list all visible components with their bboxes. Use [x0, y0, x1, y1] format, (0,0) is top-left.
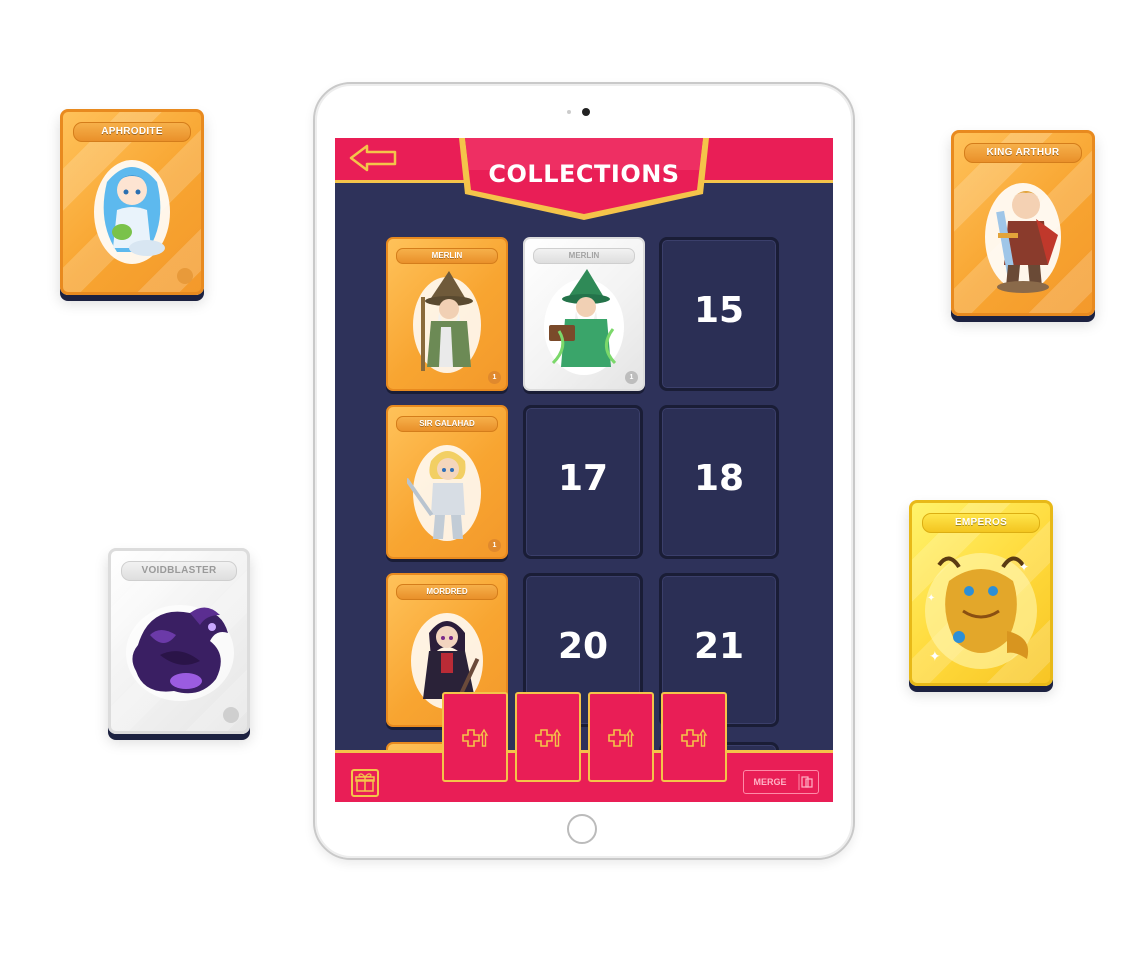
upgrade-slot-1[interactable]: [442, 692, 508, 782]
card-count-indicator: [177, 268, 193, 284]
collection-card-merlin[interactable]: MERLIN 1: [386, 237, 508, 391]
tablet-device-frame: MERLIN 1 MERLIN 1 15 SIR GALAHAD 1 17 18…: [313, 82, 855, 860]
svg-text:✦: ✦: [929, 648, 941, 664]
collection-card-sir-galahad[interactable]: SIR GALAHAD 1: [386, 405, 508, 559]
merge-button[interactable]: MERGE: [743, 770, 819, 794]
slot-number: 21: [693, 626, 745, 667]
card-name: MERLIN: [533, 248, 635, 264]
upgrade-slot-3[interactable]: [588, 692, 654, 782]
emperos-dragon-art: ✦ ✦ ✦: [919, 541, 1043, 675]
tablet-sensor: [567, 110, 571, 114]
card-name: APHRODITE: [73, 122, 191, 142]
upgrade-slot-2[interactable]: [515, 692, 581, 782]
card-name: VOIDBLASTER: [121, 561, 237, 581]
card-name: SIR GALAHAD: [396, 416, 498, 432]
back-arrow-icon[interactable]: [349, 144, 397, 172]
grid-slot-17[interactable]: 17: [523, 405, 643, 559]
tablet-camera: [582, 108, 590, 116]
card-count-badge: 1: [488, 539, 501, 552]
svg-text:✦: ✦: [1019, 560, 1029, 574]
king-arthur-character-art: [978, 175, 1068, 297]
floating-card-voidblaster[interactable]: VOIDBLASTER: [108, 548, 250, 734]
collection-card-merlin-variant[interactable]: MERLIN 1: [523, 237, 645, 391]
add-upgrade-icon: [606, 726, 638, 750]
gift-icon[interactable]: [351, 769, 379, 797]
merlin-character-art: [407, 267, 487, 377]
floating-card-emperos[interactable]: EMPEROS ✦ ✦ ✦: [909, 500, 1053, 686]
merlin-variant-character-art: [539, 267, 629, 379]
card-count-badge: 1: [625, 371, 638, 384]
footer-bar: MERGE: [335, 750, 833, 802]
add-upgrade-icon: [460, 726, 492, 750]
card-name: MORDRED: [396, 584, 498, 600]
card-name: MERLIN: [396, 248, 498, 264]
card-count-indicator: [223, 707, 239, 723]
aphrodite-character-art: [87, 152, 177, 272]
svg-text:✦: ✦: [927, 593, 935, 604]
card-count-badge: 1: [488, 371, 501, 384]
sir-galahad-character-art: [404, 435, 487, 545]
grid-slot-18[interactable]: 18: [659, 405, 779, 559]
slot-number: 17: [557, 458, 609, 499]
slot-number: 18: [693, 458, 745, 499]
voidblaster-dragon-art: [120, 595, 238, 707]
page-title: COLLECTIONS: [488, 160, 680, 188]
add-upgrade-icon: [533, 726, 565, 750]
slot-number: 20: [557, 626, 609, 667]
merge-label: MERGE: [753, 777, 787, 787]
grid-slot-15[interactable]: 15: [659, 237, 779, 391]
slot-number: 15: [693, 290, 745, 331]
game-screen: MERLIN 1 MERLIN 1 15 SIR GALAHAD 1 17 18…: [335, 138, 833, 802]
tablet-home-button[interactable]: [567, 814, 597, 844]
merge-icon: [798, 774, 814, 790]
floating-card-king-arthur[interactable]: KING ARTHUR: [951, 130, 1095, 316]
add-upgrade-icon: [679, 726, 711, 750]
upgrade-slot-4[interactable]: [661, 692, 727, 782]
title-banner: COLLECTIONS: [453, 138, 715, 220]
floating-card-aphrodite[interactable]: APHRODITE: [60, 109, 204, 295]
card-name: EMPEROS: [922, 513, 1040, 533]
card-name: KING ARTHUR: [964, 143, 1082, 163]
